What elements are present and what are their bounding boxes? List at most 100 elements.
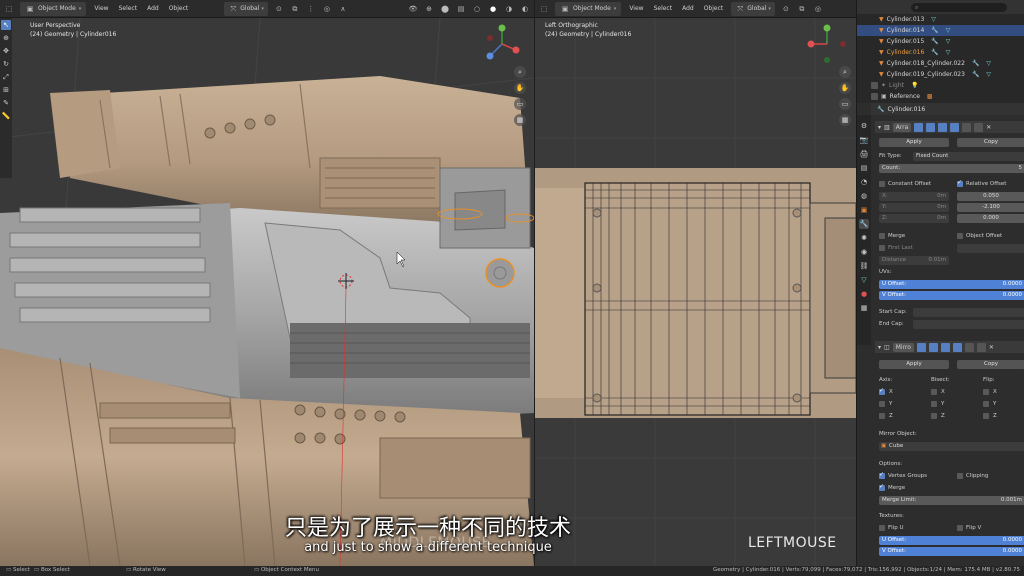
menu-view[interactable]: View <box>92 5 110 12</box>
vertex-groups-checkbox[interactable] <box>879 471 885 479</box>
mirror-merge-checkbox[interactable] <box>879 483 885 491</box>
bisect-x-checkbox[interactable] <box>931 389 937 395</box>
object-offset-field[interactable] <box>957 243 1024 253</box>
physics-tab-icon[interactable]: ◉ <box>859 247 869 257</box>
merge-limit-field[interactable]: Merge Limit: 0.001m <box>879 495 1024 505</box>
visibility-checkbox[interactable] <box>871 82 878 89</box>
flip-x-checkbox[interactable] <box>983 389 989 395</box>
menu-select[interactable]: Select <box>117 5 140 12</box>
show-render-icon[interactable] <box>952 342 962 352</box>
mode-dropdown[interactable]: ▣ Object Mode ▾ <box>555 1 622 16</box>
navigation-gizmo[interactable] <box>807 24 847 64</box>
outliner-item[interactable]: ▼ Cylinder.019_Cylinder.023 🔧 ▽ <box>857 69 1024 80</box>
proportional-edit-icon[interactable]: ◎ <box>813 4 823 14</box>
visibility-checkbox[interactable] <box>871 93 878 100</box>
show-viewport-icon[interactable] <box>938 122 948 132</box>
start-cap-field[interactable] <box>913 307 1024 317</box>
fit-type-dropdown[interactable]: Fixed Count <box>913 151 1024 161</box>
flip-z-checkbox[interactable] <box>983 413 989 419</box>
left-viewport[interactable]: User Perspective (24) Geometry | Cylinde… <box>0 18 534 566</box>
object-tab-icon[interactable]: ▣ <box>859 205 869 215</box>
copy-button[interactable]: Copy <box>957 137 1024 147</box>
orientation-dropdown[interactable]: ⤧ Global ▾ <box>731 1 775 16</box>
menu-add[interactable]: Add <box>145 5 161 12</box>
editor-type-icon[interactable]: ⬚ <box>4 4 14 14</box>
object-offset-checkbox[interactable] <box>957 233 963 239</box>
editor-type-icon[interactable]: ⬚ <box>539 4 549 14</box>
array-v-offset-field[interactable]: V Offset: 0.0000 <box>879 290 1024 300</box>
show-render-icon[interactable] <box>950 122 960 132</box>
show-editmode-icon[interactable] <box>928 342 938 352</box>
camera-icon[interactable]: ▭ <box>839 98 851 110</box>
apply-button[interactable]: Apply <box>879 137 949 147</box>
cursor-tool-icon[interactable]: ⊕ <box>1 33 11 43</box>
data-tab-icon[interactable]: ▽ <box>859 275 869 285</box>
falloff-icon[interactable]: ∧ <box>338 4 348 14</box>
measure-tool-icon[interactable]: 📏 <box>1 111 11 121</box>
particles-tab-icon[interactable]: ✺ <box>859 233 869 243</box>
mode-dropdown[interactable]: ▣ Object Mode ▾ <box>20 1 87 16</box>
grid-icon[interactable]: ▦ <box>514 114 526 126</box>
view-layer-tab-icon[interactable]: ▤ <box>859 163 869 173</box>
render-tab-icon[interactable]: 📷 <box>859 135 869 145</box>
shading-material-icon[interactable]: ◑ <box>504 4 514 14</box>
bisect-y-checkbox[interactable] <box>931 401 937 407</box>
outliner-search[interactable]: ⌕ <box>857 0 1024 14</box>
scale-tool-icon[interactable]: ⤢ <box>1 72 11 82</box>
menu-add[interactable]: Add <box>680 5 696 12</box>
snap-icon[interactable]: ⧉ <box>797 4 807 14</box>
overlay-icon[interactable]: ⬤ <box>440 4 450 14</box>
proportional-edit-icon[interactable]: ◎ <box>322 4 332 14</box>
outliner-item[interactable]: ▼ Cylinder.013 ▽ <box>857 14 1024 25</box>
constant-y-field[interactable]: Y: 0m <box>879 202 949 212</box>
shading-render-icon[interactable]: ◐ <box>520 4 530 14</box>
move-tool-icon[interactable]: ✥ <box>1 46 11 56</box>
constant-x-field[interactable]: X: 0m <box>879 191 949 201</box>
grid-icon[interactable]: ▦ <box>839 114 851 126</box>
menu-object[interactable]: Object <box>702 5 726 12</box>
outliner-item[interactable]: ▣ Reference ▩ <box>857 91 1024 102</box>
merge-checkbox[interactable] <box>879 233 885 239</box>
array-u-offset-field[interactable]: U Offset: 0.0000 <box>879 279 1024 289</box>
end-cap-field[interactable] <box>913 319 1024 329</box>
menu-view[interactable]: View <box>627 5 645 12</box>
flip-u-checkbox[interactable] <box>879 525 885 531</box>
relative-z-field[interactable]: 0.000 <box>957 213 1024 223</box>
pivot-icon[interactable]: ⊙ <box>781 4 791 14</box>
outliner-item[interactable]: ▼ Cylinder.018_Cylinder.022 🔧 ▽ <box>857 58 1024 69</box>
bisect-z-checkbox[interactable] <box>931 413 937 419</box>
annotate-tool-icon[interactable]: ✎ <box>1 98 11 108</box>
pan-icon[interactable]: ✋ <box>514 82 526 94</box>
material-tab-icon[interactable]: ● <box>859 289 869 299</box>
zoom-icon[interactable]: ⌕ <box>839 66 851 78</box>
array-modifier-header[interactable]: ▾ ▥ Arra ✕ <box>875 121 1024 133</box>
axis-y-checkbox[interactable] <box>879 401 885 407</box>
show-viewport-icon[interactable] <box>940 342 950 352</box>
show-cage-icon[interactable] <box>916 342 926 352</box>
tool-tab-icon[interactable]: ⚙ <box>859 121 869 131</box>
copy-button[interactable]: Copy <box>957 359 1024 369</box>
move-down-icon[interactable] <box>976 342 986 352</box>
modifier-name[interactable]: Mirro <box>892 342 914 352</box>
constant-offset-checkbox[interactable] <box>879 181 885 187</box>
outliner-item[interactable]: ▼ Cylinder.015 🔧 ▽ <box>857 36 1024 47</box>
snap-target-icon[interactable]: ⋮ <box>306 4 316 14</box>
output-tab-icon[interactable]: 🖨 <box>859 149 869 159</box>
menu-object[interactable]: Object <box>167 5 191 12</box>
modifier-tab-icon[interactable]: 🔧 <box>859 219 869 229</box>
outliner-item[interactable]: ▼ Cylinder.014 🔧 ▽ <box>857 25 1024 36</box>
mirror-object-field[interactable]: ▣ Cube <box>879 441 1024 451</box>
show-editmode-icon[interactable] <box>926 122 936 132</box>
select-tool-icon[interactable]: ↖ <box>1 20 11 30</box>
scene-tab-icon[interactable]: ◔ <box>859 177 869 187</box>
flip-v-checkbox[interactable] <box>957 525 963 531</box>
orientation-dropdown[interactable]: ⤧ Global ▾ <box>224 1 268 16</box>
show-cage-icon[interactable] <box>914 122 924 132</box>
distance-field[interactable]: Distance 0.01m <box>879 255 949 265</box>
constant-z-field[interactable]: Z: 0m <box>879 213 949 223</box>
menu-select[interactable]: Select <box>652 5 675 12</box>
shading-solid-icon[interactable]: ● <box>488 4 498 14</box>
count-field[interactable]: Count: 5 <box>879 163 1024 173</box>
mirror-u-offset-field[interactable]: U Offset: 0.0000 <box>879 535 1024 545</box>
pivot-icon[interactable]: ⊙ <box>274 4 284 14</box>
